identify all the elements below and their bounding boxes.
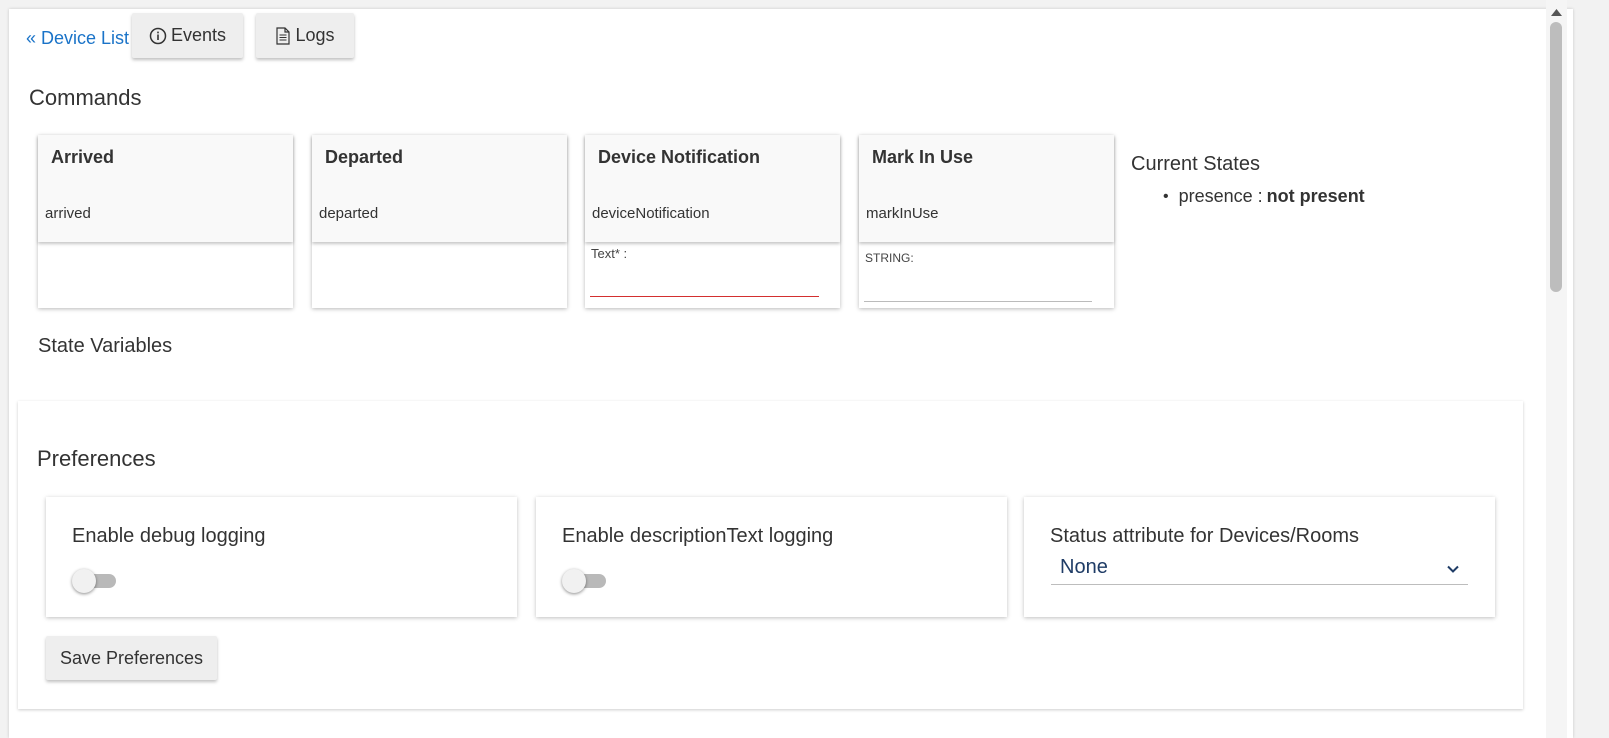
debug-logging-toggle[interactable] [72, 569, 116, 593]
command-name: arrived [45, 205, 91, 222]
description-logging-label: Enable descriptionText logging [562, 525, 834, 547]
events-label: Events [170, 25, 227, 45]
command-title: Mark In Use [872, 147, 974, 167]
page-scrollbar[interactable] [1546, 0, 1567, 738]
command-card-departed: Departed departed [312, 135, 567, 308]
device-list-link[interactable]: « Device List [26, 28, 129, 49]
preferences-panel: Preferences Enable debug logging Enable … [18, 401, 1523, 709]
status-attribute-label: Status attribute for Devices/Rooms [1050, 525, 1360, 547]
arrived-command-button[interactable]: Arrived arrived [38, 135, 293, 242]
string-field-label: STRING: [865, 251, 914, 265]
status-attribute-select[interactable]: None [1051, 553, 1468, 585]
text-field-label: Text* : [591, 246, 628, 261]
info-circle-icon [149, 27, 167, 45]
departed-command-button[interactable]: Departed departed [312, 135, 567, 242]
events-button[interactable]: Events [132, 13, 243, 58]
logs-label: Logs [295, 25, 335, 45]
save-preferences-button[interactable]: Save Preferences [46, 636, 217, 680]
preferences-heading: Preferences [37, 446, 156, 471]
toggle-knob [562, 569, 586, 593]
logs-button[interactable]: Logs [256, 13, 354, 58]
command-name: deviceNotification [592, 205, 710, 222]
state-value: not present [1266, 186, 1365, 206]
device-notification-command-button[interactable]: Device Notification deviceNotification [585, 135, 840, 242]
command-name: departed [319, 205, 379, 222]
toggle-knob [72, 569, 96, 593]
command-card-arrived: Arrived arrived [38, 135, 293, 308]
mark-in-use-string-input[interactable] [864, 273, 1092, 302]
command-title: Device Notification [598, 147, 761, 167]
state-item-presence: presence : not present [1163, 186, 1365, 207]
current-states-heading: Current States [1131, 153, 1260, 175]
document-icon [275, 26, 291, 45]
command-title: Arrived [51, 147, 115, 167]
command-card-mark-in-use: Mark In Use markInUse STRING: [859, 135, 1114, 308]
debug-logging-label: Enable debug logging [72, 525, 266, 547]
scroll-up-arrow-icon[interactable] [1551, 3, 1562, 21]
state-key: presence : [1178, 186, 1263, 206]
device-page: « Device List Events Logs Commands Arriv… [9, 9, 1573, 738]
state-variables-heading: State Variables [38, 335, 173, 357]
current-states-list: presence : not present [1163, 186, 1365, 207]
notification-text-input[interactable] [590, 269, 819, 297]
status-attribute-value: None [1060, 556, 1108, 578]
command-card-device-notification: Device Notification deviceNotification T… [585, 135, 840, 308]
commands-heading: Commands [29, 85, 142, 110]
debug-logging-card: Enable debug logging [46, 497, 517, 617]
mark-in-use-command-button[interactable]: Mark In Use markInUse [859, 135, 1114, 242]
scrollbar-thumb[interactable] [1550, 22, 1562, 292]
description-logging-toggle[interactable] [562, 569, 606, 593]
command-name: markInUse [866, 205, 939, 222]
description-logging-card: Enable descriptionText logging [536, 497, 1007, 617]
status-attribute-card: Status attribute for Devices/Rooms None [1024, 497, 1495, 617]
command-title: Departed [325, 147, 404, 167]
